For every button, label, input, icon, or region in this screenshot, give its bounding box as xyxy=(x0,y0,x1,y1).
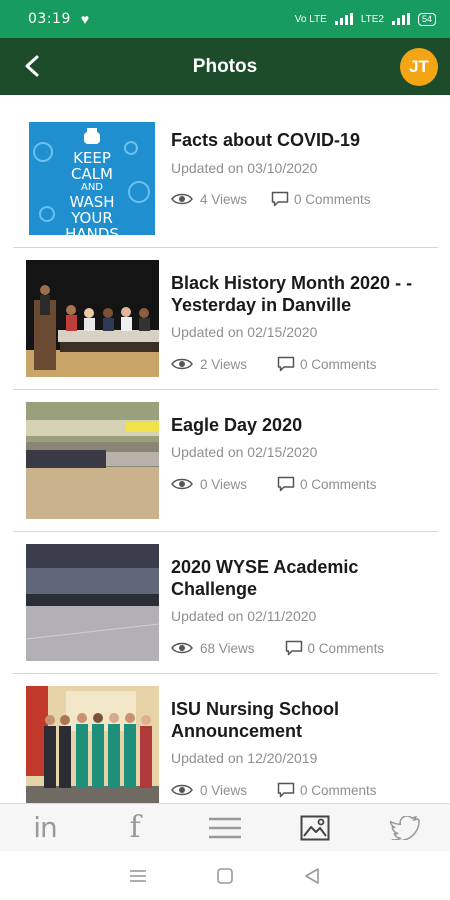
event-photo xyxy=(26,544,159,661)
item-title[interactable]: Black History Month 2020 - - Yesterday i… xyxy=(171,272,431,316)
list-item[interactable]: ISU Nursing School Announcement Updated … xyxy=(13,674,438,803)
photos-tab-button[interactable] xyxy=(295,810,335,846)
volte-indicator: Vo LTE xyxy=(294,13,327,25)
facebook-icon: f xyxy=(129,810,141,845)
item-meta: 2 Views 0 Comments xyxy=(171,356,377,372)
item-title[interactable]: 2020 WYSE Academic Challenge xyxy=(171,556,431,600)
poster-line: CALM xyxy=(70,165,114,183)
comment-icon xyxy=(285,640,302,656)
eye-icon xyxy=(171,642,193,654)
views-count: 4 Views xyxy=(171,192,247,207)
list-item[interactable]: Eagle Day 2020 Updated on 02/15/2020 0 V… xyxy=(13,390,438,532)
views-label: 0 Views xyxy=(200,782,248,798)
item-date: Updated on 02/11/2020 xyxy=(171,608,317,624)
views-label: 68 Views xyxy=(200,640,255,656)
item-date: Updated on 02/15/2020 xyxy=(171,444,318,460)
linkedin-button[interactable]: in xyxy=(25,810,65,846)
thumbnail-image: KEEP CALM AND WASH YOUR HANDS xyxy=(29,122,155,235)
comments-count[interactable]: 0 Comments xyxy=(277,476,377,492)
views-count: 68 Views xyxy=(171,641,255,656)
bottom-nav: in f xyxy=(0,803,450,851)
event-photo xyxy=(26,260,159,377)
comments-label: 0 Comments xyxy=(294,191,371,207)
comments-count[interactable]: 0 Comments xyxy=(277,782,377,798)
thumbnail-image xyxy=(26,260,159,377)
signal-icon-2 xyxy=(391,13,410,25)
status-indicators: Vo LTE LTE2 54 xyxy=(294,12,436,26)
signal-icon xyxy=(334,13,353,25)
event-photo xyxy=(26,402,159,519)
system-back-icon[interactable] xyxy=(303,867,321,885)
heart-icon: ♥ xyxy=(80,11,90,27)
back-arrow-icon xyxy=(25,55,39,77)
comment-icon xyxy=(277,356,295,372)
comments-label: 0 Comments xyxy=(300,782,377,798)
item-title[interactable]: Eagle Day 2020 xyxy=(171,414,431,436)
item-meta: 68 Views 0 Comments xyxy=(171,640,384,656)
comments-count[interactable]: 0 Comments xyxy=(271,191,371,207)
item-date: Updated on 12/20/2019 xyxy=(171,750,318,766)
poster-line: HANDS xyxy=(65,225,119,235)
status-time: 03:19 xyxy=(28,11,71,27)
linkedin-icon: in xyxy=(33,811,58,844)
back-button[interactable] xyxy=(16,50,48,82)
item-meta: 0 Views 0 Comments xyxy=(171,476,377,492)
views-label: 2 Views xyxy=(200,356,248,372)
eye-icon xyxy=(171,478,193,490)
views-count: 0 Views xyxy=(171,477,247,492)
views-count: 2 Views xyxy=(171,357,247,372)
comments-count[interactable]: 0 Comments xyxy=(277,356,377,372)
comments-count[interactable]: 0 Comments xyxy=(285,640,385,656)
thumbnail-image xyxy=(26,686,159,803)
item-meta: 0 Views 0 Comments xyxy=(171,782,377,798)
poster-line: KEEP xyxy=(73,149,111,167)
item-title[interactable]: Facts about COVID-19 xyxy=(171,129,431,151)
system-nav-bar xyxy=(0,851,450,900)
home-icon[interactable] xyxy=(216,867,234,885)
lte-indicator: LTE2 xyxy=(360,13,384,25)
list-item[interactable]: Black History Month 2020 - - Yesterday i… xyxy=(13,248,438,390)
item-date: Updated on 02/15/2020 xyxy=(171,324,318,340)
poster-line: YOUR xyxy=(71,209,113,227)
thumbnail-image xyxy=(26,402,159,519)
views-label: 4 Views xyxy=(200,191,248,207)
avatar[interactable]: JT xyxy=(400,48,438,86)
comments-label: 0 Comments xyxy=(300,476,377,492)
eye-icon xyxy=(171,358,193,370)
battery-icon: 54 xyxy=(417,12,436,26)
poster-line: WASH xyxy=(69,193,115,211)
facebook-button[interactable]: f xyxy=(115,810,155,846)
menu-button[interactable] xyxy=(205,810,245,846)
event-photo xyxy=(26,686,159,803)
status-bar: 03:19 ♥ Vo LTE LTE2 54 xyxy=(0,0,450,38)
item-title[interactable]: ISU Nursing School Announcement xyxy=(171,698,431,742)
app-bar: Photos JT xyxy=(0,38,450,95)
page-title: Photos xyxy=(192,55,258,77)
comments-label: 0 Comments xyxy=(300,356,377,372)
thumbnail-image xyxy=(26,544,159,661)
comment-icon xyxy=(277,782,295,798)
comments-label: 0 Comments xyxy=(307,640,385,656)
twitter-button[interactable] xyxy=(385,810,425,846)
photos-icon xyxy=(300,815,330,840)
list-item[interactable]: KEEP CALM AND WASH YOUR HANDS Facts abou… xyxy=(13,95,438,248)
views-count: 0 Views xyxy=(171,783,247,798)
comment-icon xyxy=(271,191,289,207)
recent-apps-icon[interactable] xyxy=(129,868,147,884)
menu-icon xyxy=(209,817,241,838)
comment-icon xyxy=(277,476,295,492)
list-item[interactable]: 2020 WYSE Academic Challenge Updated on … xyxy=(13,532,438,674)
item-meta: 4 Views 0 Comments xyxy=(171,191,371,207)
eye-icon xyxy=(171,193,193,205)
item-date: Updated on 03/10/2020 xyxy=(171,160,318,176)
twitter-icon xyxy=(390,815,420,840)
eye-icon xyxy=(171,784,193,796)
photo-list[interactable]: KEEP CALM AND WASH YOUR HANDS Facts abou… xyxy=(0,95,450,803)
views-label: 0 Views xyxy=(200,476,248,492)
